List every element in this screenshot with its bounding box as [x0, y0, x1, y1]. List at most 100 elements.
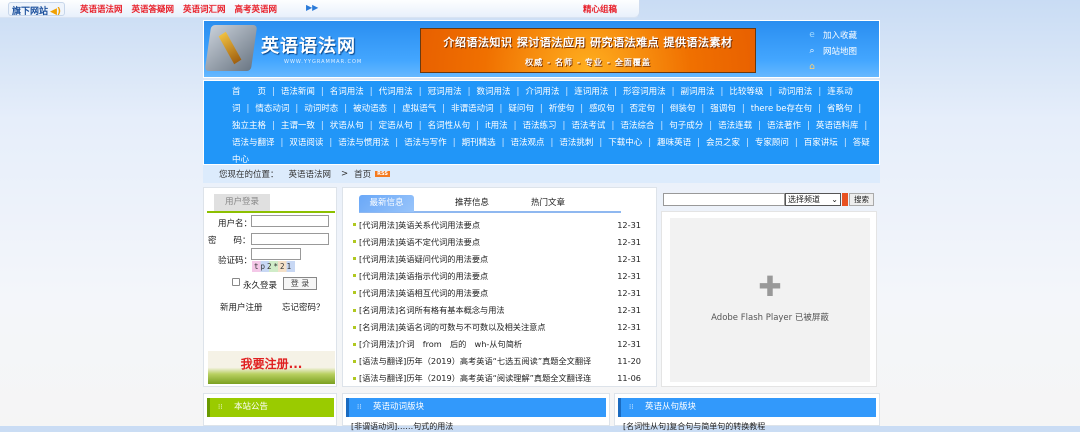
add-favorite-link[interactable]: e 加入收藏: [807, 27, 857, 43]
nav-item[interactable]: 语法考试: [571, 121, 605, 131]
nav-item[interactable]: 副词用法: [681, 87, 715, 97]
nav-item[interactable]: 专家顾问: [755, 138, 789, 148]
list-item[interactable]: [非谓语动词]……句式的用法: [351, 421, 453, 432]
news-item[interactable]: [代词用法]英语相互代词的用法要点 12-31: [353, 284, 649, 301]
nav-item[interactable]: 形容词用法: [623, 87, 666, 97]
news-title[interactable]: [代词用法]英语关系代词用法要点: [359, 219, 611, 231]
nav-item[interactable]: 连词用法: [574, 87, 608, 97]
top-link[interactable]: 英语语法网: [80, 3, 123, 15]
nav-item[interactable]: 句子成分: [669, 121, 703, 131]
top-link[interactable]: 英语答疑网: [132, 3, 175, 15]
nav-item[interactable]: 定语从句: [379, 121, 413, 131]
rss-icon[interactable]: RSS: [375, 171, 390, 177]
channel-select[interactable]: 选择频道 ⌄: [785, 193, 841, 206]
nav-item[interactable]: 状语从句: [330, 121, 364, 131]
forgot-password-link[interactable]: 忘记密码？: [282, 301, 325, 313]
nav-item[interactable]: 英语语料库: [816, 121, 859, 131]
nav-item[interactable]: 被动语态: [353, 104, 387, 114]
nav-item[interactable]: 感叹句: [589, 104, 615, 114]
search-button[interactable]: 搜索: [849, 193, 874, 206]
nav-item[interactable]: 名词性从句: [428, 121, 471, 131]
nav-item[interactable]: 语法连载: [718, 121, 752, 131]
nav-item[interactable]: 语法与写作: [404, 138, 447, 148]
nav-item[interactable]: 会员之家: [706, 138, 740, 148]
nav-item[interactable]: 省略句: [827, 104, 853, 114]
nav-item[interactable]: 冠词用法: [428, 87, 462, 97]
top-link[interactable]: 英语词汇网: [183, 3, 226, 15]
nav-item[interactable]: 动词时态: [304, 104, 338, 114]
search-go-icon[interactable]: [842, 193, 848, 206]
nav-item[interactable]: 倒装句: [670, 104, 696, 114]
nav-item[interactable]: 下载中心: [608, 138, 642, 148]
nav-item[interactable]: 语法观点: [510, 138, 544, 148]
nav-item[interactable]: 否定句: [630, 104, 656, 114]
tab-latest[interactable]: 最新信息: [359, 195, 414, 212]
nav-item[interactable]: 代词用法: [379, 87, 413, 97]
featured-link[interactable]: 精心组稿: [583, 3, 617, 15]
nav-item[interactable]: 语法与翻译: [232, 138, 275, 148]
nav-item[interactable]: 动词用法: [778, 87, 812, 97]
nav-item[interactable]: 语法挑刺: [559, 138, 593, 148]
nav-item[interactable]: 疑问句: [508, 104, 534, 114]
username-input[interactable]: [251, 215, 329, 227]
news-title[interactable]: [语法与翻译]历年（2019）高考英语“七选五阅读”真题全文翻译: [359, 355, 611, 367]
site-logo[interactable]: 英语语法网: [261, 32, 356, 58]
flash-placeholder[interactable]: ✚ Adobe Flash Player 已被屏蔽: [661, 211, 877, 387]
news-item[interactable]: [代词用法]英语关系代词用法要点 12-31: [353, 216, 649, 233]
news-title[interactable]: [介词用法]介词 from 后的 wh-从句简析: [359, 338, 611, 350]
nav-item[interactable]: 强调句: [710, 104, 736, 114]
nav-item[interactable]: 双语阅读: [289, 138, 323, 148]
news-item[interactable]: [名词用法]名词所有格有基本概念与用法 12-31: [353, 301, 649, 318]
nav-item[interactable]: 趣味英语: [657, 138, 691, 148]
news-item[interactable]: [语法与翻译]历年（2019）高考英语“阅读理解”真题全文翻译连 11-06: [353, 370, 649, 387]
scroll-arrows-icon[interactable]: ▶▶: [306, 3, 318, 12]
nav-item[interactable]: 介词用法: [525, 87, 559, 97]
nav-item[interactable]: 独立主格: [232, 121, 266, 131]
nav-item[interactable]: 比较等级: [729, 87, 763, 97]
nav-item[interactable]: 虚拟语气: [402, 104, 436, 114]
news-title[interactable]: [代词用法]英语相互代词的用法要点: [359, 287, 611, 299]
nav-item[interactable]: it用法: [485, 121, 508, 131]
list-item[interactable]: [名词性从句]复合句与简单句的转换教程: [623, 421, 765, 432]
nav-item[interactable]: 主谓一致: [281, 121, 315, 131]
nav-item[interactable]: 名词用法: [330, 87, 364, 97]
register-link[interactable]: 新用户注册: [220, 301, 263, 313]
nav-item[interactable]: 语法练习: [523, 121, 557, 131]
nav-item[interactable]: 情态动词: [255, 104, 289, 114]
news-title[interactable]: [名词用法]英语名词的可数与不可数以及相关注意点: [359, 321, 611, 333]
remember-checkbox[interactable]: [232, 278, 240, 286]
news-item[interactable]: [代词用法]英语不定代词用法要点 12-31: [353, 233, 649, 250]
nav-item[interactable]: 期刊精选: [462, 138, 496, 148]
nav-item[interactable]: 非谓语动词: [451, 104, 494, 114]
login-tab[interactable]: 用户登录: [214, 194, 270, 211]
sitemap-link[interactable]: ⌕ 网站地图: [807, 43, 857, 59]
tab-recommended[interactable]: 推荐信息: [455, 195, 489, 212]
captcha-input[interactable]: [251, 248, 301, 260]
nav-item[interactable]: there be存在句: [751, 104, 812, 114]
news-item[interactable]: [代词用法]英语指示代词的用法要点 12-31: [353, 267, 649, 284]
password-input[interactable]: [251, 233, 329, 245]
register-banner[interactable]: 我要注册...: [208, 351, 335, 384]
nav-item[interactable]: 首 页: [232, 87, 266, 97]
news-item[interactable]: [介词用法]介词 from 后的 wh-从句简析 12-31: [353, 336, 649, 353]
breadcrumb-site-link[interactable]: 英语语法网: [289, 168, 332, 180]
news-title[interactable]: [代词用法]英语指示代词的用法要点: [359, 270, 611, 282]
news-item[interactable]: [名词用法]英语名词的可数与不可数以及相关注意点 12-31: [353, 319, 649, 336]
nav-item[interactable]: 语法新闻: [281, 87, 315, 97]
nav-item[interactable]: 数词用法: [476, 87, 510, 97]
nav-item[interactable]: 语法综合: [620, 121, 654, 131]
tab-popular[interactable]: 热门文章: [531, 195, 565, 212]
captcha-image[interactable]: tp2*21: [252, 261, 296, 272]
news-item[interactable]: [语法与翻译]历年（2019）高考英语“七选五阅读”真题全文翻译 11-20: [353, 353, 649, 370]
nav-item[interactable]: 百家讲坛: [804, 138, 838, 148]
nav-item[interactable]: 语法与惯用法: [338, 138, 389, 148]
search-input[interactable]: [663, 193, 785, 206]
news-title[interactable]: [名词用法]名词所有格有基本概念与用法: [359, 304, 611, 316]
news-title[interactable]: [代词用法]英语疑问代词的用法要点: [359, 253, 611, 265]
news-title[interactable]: [代词用法]英语不定代词用法要点: [359, 236, 611, 248]
news-item[interactable]: [代词用法]英语疑问代词的用法要点 12-31: [353, 250, 649, 267]
nav-item[interactable]: 祈使句: [549, 104, 575, 114]
home-link[interactable]: ⌂: [807, 59, 857, 75]
top-link[interactable]: 高考英语网: [235, 3, 278, 15]
nav-item[interactable]: 语法著作: [767, 121, 801, 131]
